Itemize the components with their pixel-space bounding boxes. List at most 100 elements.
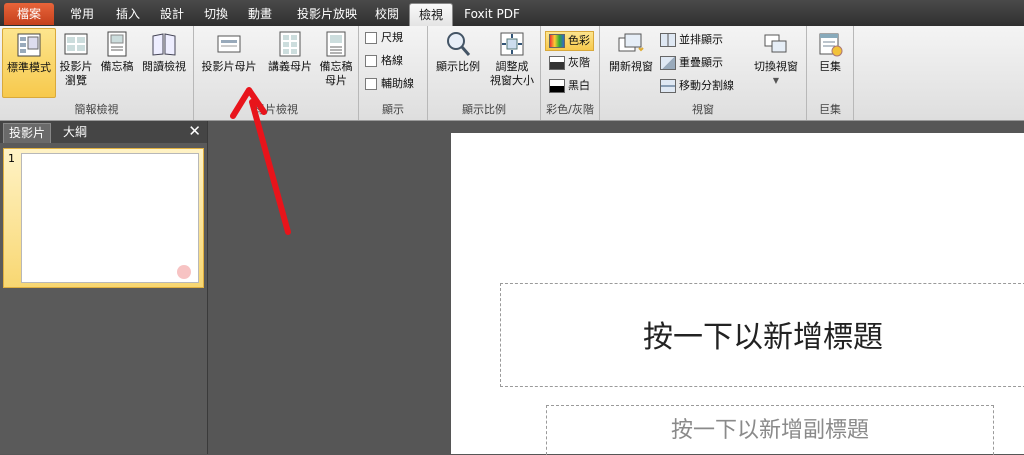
move-split-button[interactable]: 移動分割線 — [660, 77, 734, 95]
switch-windows-button[interactable]: 切換視窗 ▼ — [748, 28, 804, 96]
subtitle-placeholder[interactable]: 按一下以新增副標題 — [546, 405, 994, 455]
ruler-checkbox[interactable]: 尺規 — [365, 29, 403, 47]
group-window: 開新視窗 並排顯示 重疊顯示 移動分割線 切換視窗 ▼ 視窗 — [600, 26, 807, 120]
zoom-button[interactable]: 顯示比例 — [430, 28, 486, 96]
slide-sorter-button[interactable]: 投影片 瀏覽 — [57, 28, 95, 96]
fit-window-label-2: 視窗大小 — [490, 74, 534, 87]
handout-master-button[interactable]: 講義母片 — [264, 28, 316, 96]
group-master-views-label: 母片檢視 — [254, 103, 298, 116]
notes-master-label-2: 母片 — [325, 74, 347, 87]
tab-transitions[interactable]: 切換 — [196, 3, 236, 25]
subtitle-placeholder-text: 按一下以新增副標題 — [670, 418, 869, 443]
macro-icon — [819, 33, 843, 57]
slide-sorter-label-2: 瀏覽 — [65, 74, 87, 87]
slide-sorter-label-1: 投影片 — [59, 60, 93, 73]
tab-insert[interactable]: 插入 — [108, 3, 148, 25]
cascade-icon — [660, 56, 676, 70]
group-macros: 巨集 巨集 — [807, 26, 854, 120]
group-show-label: 顯示 — [382, 103, 404, 116]
tab-foxit-pdf[interactable]: Foxit PDF — [458, 3, 526, 25]
slide-number: 1 — [8, 152, 15, 165]
slide-master-button[interactable]: 投影片母片 — [196, 28, 262, 96]
reading-view-label: 閱讀檢視 — [142, 60, 186, 73]
magnifier-icon — [447, 32, 471, 56]
ribbon: 標準模式 投影片 瀏覽 備忘稿 閱讀檢視 簡報檢視 投影片母片 講義母片 備忘稿 — [0, 26, 1024, 121]
reading-view-button[interactable]: 閱讀檢視 — [138, 28, 190, 96]
reading-view-icon — [152, 33, 176, 56]
slides-pane: 投影片 大綱 ✕ 1 — [0, 121, 208, 454]
gridlines-label: 格線 — [381, 54, 403, 67]
slide-thumbnail[interactable] — [21, 153, 199, 283]
group-zoom-label: 顯示比例 — [462, 103, 506, 116]
group-show: 尺規 格線 輔助線 顯示 — [359, 26, 428, 120]
tab-home[interactable]: 常用 — [62, 3, 102, 25]
cascade-label: 重疊顯示 — [679, 56, 723, 69]
color-label: 色彩 — [568, 34, 590, 47]
black-white-label: 黑白 — [568, 79, 590, 92]
guides-label: 輔助線 — [381, 77, 414, 90]
notes-page-icon — [107, 31, 127, 57]
switch-windows-label: 切換視窗 — [754, 60, 798, 73]
slide-canvas[interactable]: 按一下以新增標題 按一下以新增副標題 — [451, 133, 1024, 455]
tab-slide-show[interactable]: 投影片放映 — [287, 3, 367, 25]
slide-thumbnail-selected[interactable]: 1 — [3, 148, 204, 288]
notes-master-button[interactable]: 備忘稿 母片 — [316, 28, 356, 96]
grayscale-button[interactable]: 灰階 — [549, 54, 590, 72]
move-split-label: 移動分割線 — [679, 79, 734, 92]
group-color-grayscale-label: 彩色/灰階 — [546, 103, 594, 116]
title-placeholder-text: 按一下以新增標題 — [643, 320, 883, 355]
close-icon[interactable]: ✕ — [188, 122, 201, 140]
black-white-button[interactable]: 黑白 — [549, 77, 590, 95]
tab-slides[interactable]: 投影片 — [3, 123, 51, 143]
pane-tabs: 投影片 大綱 ✕ — [0, 121, 207, 143]
group-master-views: 投影片母片 講義母片 備忘稿 母片 母片檢視 — [194, 26, 359, 120]
macros-label: 巨集 — [819, 60, 841, 73]
group-window-label: 視窗 — [692, 103, 714, 116]
color-button[interactable]: 色彩 — [545, 31, 594, 51]
arrange-all-icon — [660, 33, 676, 47]
grayscale-swatch-icon — [549, 56, 565, 70]
new-window-button[interactable]: 開新視窗 — [604, 28, 658, 96]
notes-page-button[interactable]: 備忘稿 — [97, 28, 137, 96]
gridlines-checkbox-box[interactable] — [365, 55, 377, 67]
cascade-button[interactable]: 重疊顯示 — [660, 54, 723, 72]
title-placeholder[interactable]: 按一下以新增標題 — [500, 283, 1024, 387]
macros-button[interactable]: 巨集 — [811, 28, 849, 96]
switch-windows-icon — [764, 34, 787, 53]
new-window-icon — [618, 33, 644, 52]
chevron-down-icon: ▼ — [772, 76, 780, 85]
handout-master-label: 講義母片 — [268, 60, 312, 73]
arrange-all-label: 並排顯示 — [679, 33, 723, 46]
guides-checkbox[interactable]: 輔助線 — [365, 75, 414, 93]
slide-editor: 按一下以新增標題 按一下以新增副標題 — [208, 121, 1024, 455]
tab-view[interactable]: 檢視 — [409, 3, 453, 26]
new-window-label: 開新視窗 — [609, 60, 653, 73]
fit-to-window-button[interactable]: 調整成 視窗大小 — [486, 28, 538, 96]
grayscale-label: 灰階 — [568, 56, 590, 69]
tab-file[interactable]: 檔案 — [4, 3, 54, 25]
group-macros-label: 巨集 — [819, 103, 841, 116]
normal-view-label: 標準模式 — [7, 61, 51, 74]
tab-review[interactable]: 校閱 — [370, 3, 404, 25]
handout-master-icon — [279, 31, 301, 57]
tab-design[interactable]: 設計 — [152, 3, 192, 25]
normal-view-icon — [17, 33, 41, 57]
group-zoom: 顯示比例 調整成 視窗大小 顯示比例 — [428, 26, 541, 120]
gridlines-checkbox[interactable]: 格線 — [365, 52, 403, 70]
fit-window-label-1: 調整成 — [495, 60, 529, 73]
tab-outline[interactable]: 大綱 — [56, 123, 94, 142]
ruler-checkbox-box[interactable] — [365, 32, 377, 44]
slide-master-icon — [217, 35, 241, 53]
notes-master-icon — [326, 31, 346, 57]
group-color-grayscale: 色彩 灰階 黑白 彩色/灰階 — [541, 26, 600, 120]
notes-master-label-1: 備忘稿 — [319, 60, 353, 73]
notes-page-label: 備忘稿 — [100, 60, 134, 73]
arrange-all-button[interactable]: 並排顯示 — [660, 31, 723, 49]
move-split-icon — [660, 79, 676, 93]
guides-checkbox-box[interactable] — [365, 78, 377, 90]
tab-animations[interactable]: 動畫 — [240, 3, 280, 25]
ribbon-tab-bar: 檔案 常用 插入 設計 切換 動畫 投影片放映 校閱 檢視 Foxit PDF — [0, 0, 1024, 26]
color-swatch-icon — [549, 34, 565, 48]
fit-window-icon — [500, 32, 524, 56]
normal-view-button[interactable]: 標準模式 — [2, 28, 56, 98]
